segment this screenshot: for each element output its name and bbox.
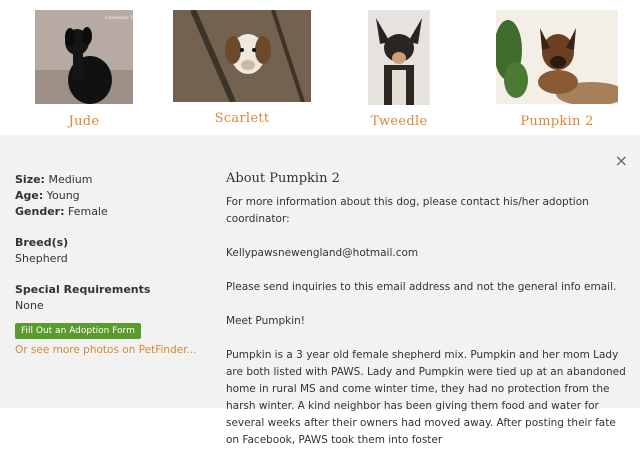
svg-text:Lavender Hill: Lavender Hill: [105, 15, 133, 21]
dog-name-jude[interactable]: Jude: [35, 114, 133, 129]
dog-detail-panel: × Size: Medium Age: Young Gender: Female…: [0, 135, 640, 446]
inquiry-paragraph: Please send inquiries to this email addr…: [226, 281, 617, 293]
story-paragraph: Pumpkin is a 3 year old female shepherd …: [226, 349, 626, 446]
dog-card-pumpkin-2[interactable]: Pumpkin 2: [496, 0, 618, 135]
dog-facts: Size: Medium Age: Young Gender: Female B…: [15, 172, 205, 356]
breed-label: Breed(s): [15, 236, 69, 249]
contact-email: Kellypawsnewengland@hotmail.com: [226, 247, 419, 259]
age-row: Age: Young: [15, 188, 205, 204]
dog-name-tweedle[interactable]: Tweedle: [368, 114, 430, 129]
dog-name-pumpkin-2[interactable]: Pumpkin 2: [496, 114, 618, 129]
dog-gallery: Lavender Hill Jude Scarlett: [0, 0, 640, 135]
size-value: Medium: [48, 173, 93, 186]
petfinder-link[interactable]: Or see more photos on PetFinder...: [15, 344, 197, 356]
contact-paragraph: For more information about this dog, ple…: [226, 196, 589, 225]
special-requirements-label: Special Requirements: [15, 283, 151, 296]
adoption-form-button[interactable]: Fill Out an Adoption Form: [15, 323, 141, 339]
meet-paragraph: Meet Pumpkin!: [226, 315, 305, 327]
dog-card-tweedle[interactable]: Tweedle: [368, 0, 430, 135]
about-section: About Pumpkin 2 For more information abo…: [226, 170, 626, 449]
dog-photo-tweedle[interactable]: [368, 10, 430, 105]
about-title: About Pumpkin 2: [226, 171, 340, 186]
special-requirements-value: None: [15, 299, 44, 312]
dog-card-jude[interactable]: Lavender Hill Jude: [35, 0, 133, 135]
gender-value: Female: [67, 205, 108, 218]
dog-photo-scarlett[interactable]: [173, 10, 311, 102]
gender-label: Gender:: [15, 205, 65, 218]
close-icon[interactable]: ×: [615, 153, 628, 169]
age-value: Young: [46, 189, 80, 202]
dog-photo-jude[interactable]: Lavender Hill: [35, 10, 133, 104]
gender-row: Gender: Female: [15, 204, 205, 220]
dog-photo-pumpkin-2[interactable]: [496, 10, 618, 104]
dog-card-scarlett[interactable]: Scarlett: [173, 0, 311, 135]
size-label: Size:: [15, 173, 45, 186]
dog-name-scarlett[interactable]: Scarlett: [173, 111, 311, 126]
age-label: Age:: [15, 189, 44, 202]
breed-value: Shepherd: [15, 252, 68, 265]
size-row: Size: Medium: [15, 172, 205, 188]
